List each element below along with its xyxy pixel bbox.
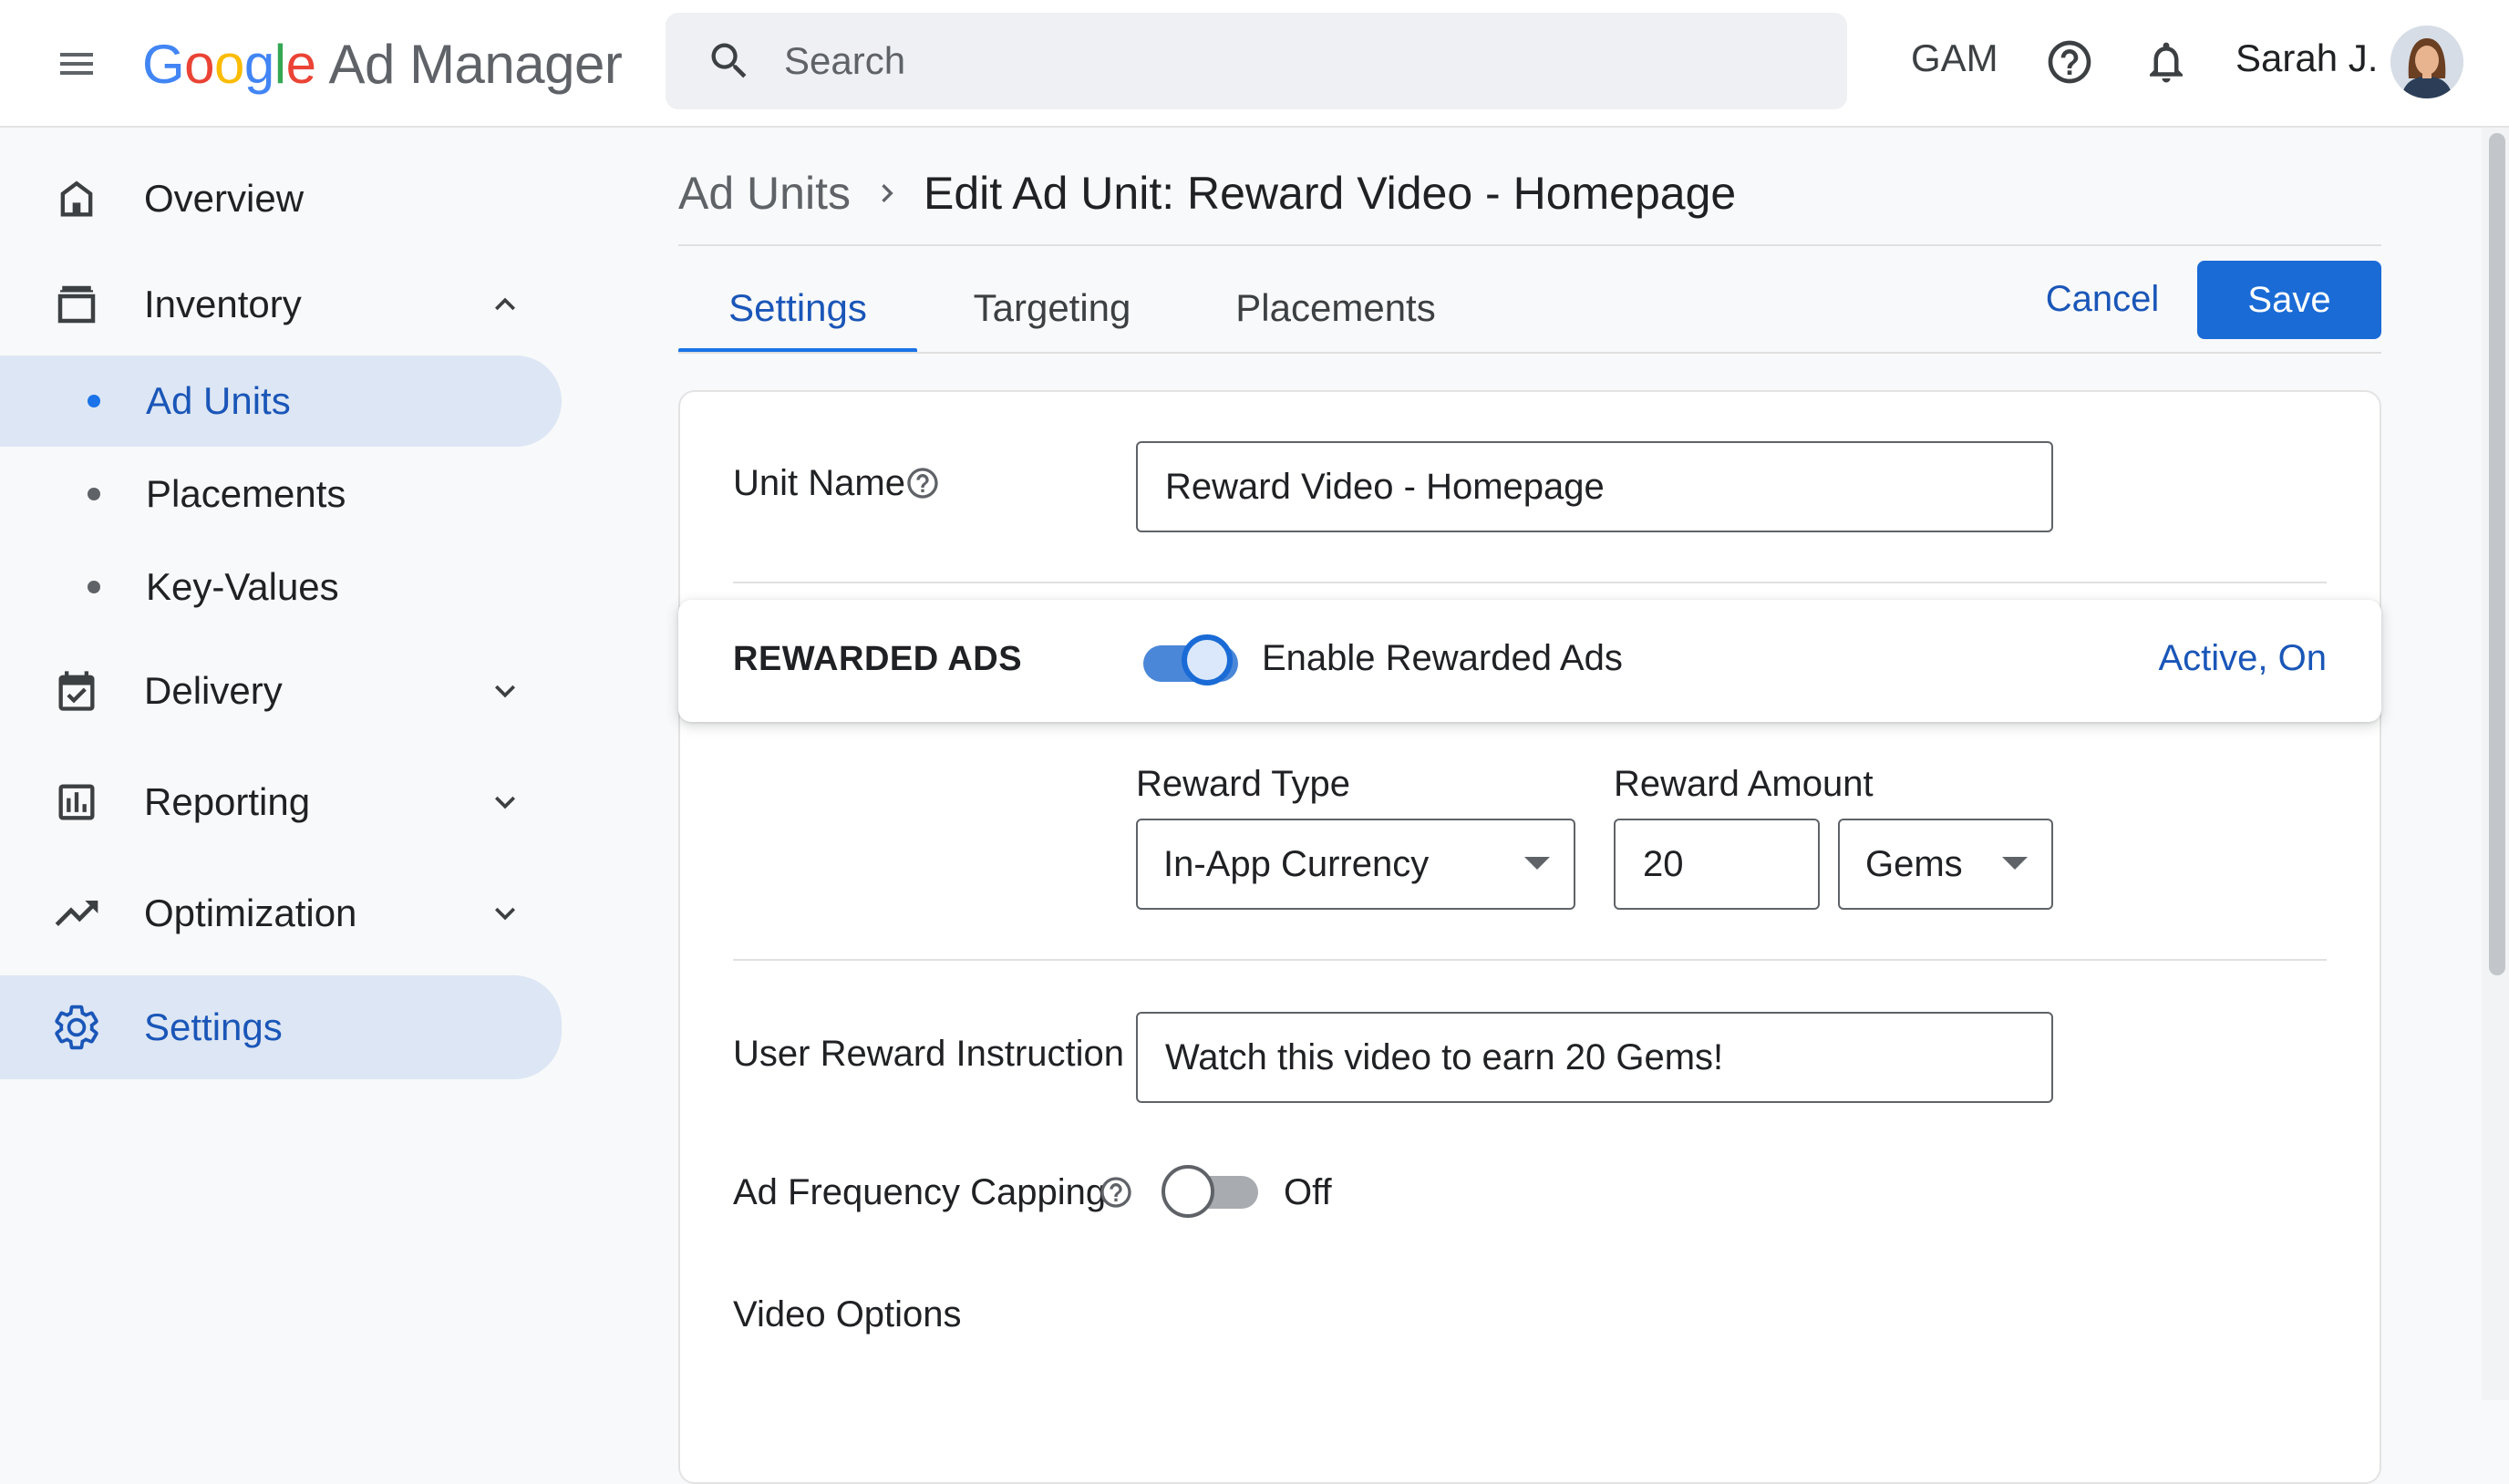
user-avatar[interactable] xyxy=(2390,26,2463,98)
unit-name-input[interactable] xyxy=(1163,465,1989,509)
sidebar-subitem-placements[interactable]: Placements xyxy=(0,448,562,540)
top-app-bar: Google Ad Manager GAM Sarah J. xyxy=(0,0,2509,128)
sidebar-subitem-key-values[interactable]: Key-Values xyxy=(0,541,562,633)
chevron-down-icon[interactable] xyxy=(478,775,532,830)
rewarded-ads-row: REWARDED ADS Enable Rewarded Ads Active,… xyxy=(678,600,2381,722)
dropdown-arrow-icon xyxy=(1524,857,1550,870)
help-circle-icon[interactable] xyxy=(1098,1174,1134,1211)
gear-icon xyxy=(47,998,106,1056)
breadcrumb: Ad Units Edit Ad Unit: Reward Video - Ho… xyxy=(678,157,1736,230)
sidebar-item-reporting[interactable]: Reporting xyxy=(0,757,562,848)
page-title: Edit Ad Unit: Reward Video - Homepage xyxy=(923,168,1737,219)
tab-settings[interactable]: Settings xyxy=(678,264,917,354)
sidebar-subitem-ad-units[interactable]: Ad Units xyxy=(0,356,562,447)
sidebar-item-label: Reporting xyxy=(144,780,311,823)
help-circle-icon[interactable] xyxy=(904,465,941,501)
logo-letter: G xyxy=(142,33,185,95)
bullet-dot xyxy=(88,488,100,500)
bell-icon xyxy=(2150,42,2183,83)
help-icon xyxy=(2048,40,2091,84)
main-menu-button[interactable] xyxy=(47,35,106,93)
inventory-icon xyxy=(47,275,106,334)
sidebar-nav: Overview Inventory Ad Units Placements K… xyxy=(0,129,583,1400)
unit-name-label: Unit Name xyxy=(733,463,905,503)
reward-unit-value: Gems xyxy=(1865,843,1963,884)
sidebar-item-overview[interactable]: Overview xyxy=(0,153,562,244)
product-name: Ad Manager xyxy=(328,33,623,95)
reward-amount-field[interactable] xyxy=(1614,819,1820,910)
bar-chart-icon xyxy=(47,773,106,831)
home-icon xyxy=(47,170,106,228)
sidebar-item-label: Placements xyxy=(146,472,346,515)
logo-letter: g xyxy=(243,33,274,95)
search-input[interactable] xyxy=(782,38,1698,84)
network-code[interactable]: GAM xyxy=(1911,36,1998,80)
breadcrumb-parent-link[interactable]: Ad Units xyxy=(678,167,851,220)
tab-targeting[interactable]: Targeting xyxy=(943,264,1162,352)
avatar-portrait-icon xyxy=(2390,26,2463,98)
logo-letter: o xyxy=(214,33,244,95)
sidebar-item-settings[interactable]: Settings xyxy=(0,975,562,1079)
google-ad-manager-logo[interactable]: Google Ad Manager xyxy=(142,27,623,100)
sidebar-item-label: Settings xyxy=(144,1005,283,1048)
calendar-check-icon xyxy=(47,662,106,720)
reward-type-label: Reward Type xyxy=(1136,764,1350,804)
sidebar-item-label: Key-Values xyxy=(146,565,339,608)
sidebar-item-label: Optimization xyxy=(144,891,357,934)
sidebar-item-optimization[interactable]: Optimization xyxy=(0,868,562,959)
user-reward-instruction-input[interactable] xyxy=(1163,1036,1989,1079)
reward-unit-select[interactable]: Gems xyxy=(1838,819,2053,910)
reward-amount-label: Reward Amount xyxy=(1614,764,1874,804)
chevron-up-icon[interactable] xyxy=(478,277,532,332)
rewarded-ads-status: Active, On xyxy=(2158,638,2327,678)
search-bar[interactable] xyxy=(666,13,1847,109)
sidebar-item-delivery[interactable]: Delivery xyxy=(0,645,562,737)
user-reward-instruction-label: User Reward Instruction xyxy=(733,1034,1125,1074)
frequency-capping-label: Ad Frequency Capping xyxy=(733,1172,1107,1212)
logo-letter: e xyxy=(285,33,316,95)
sidebar-item-inventory[interactable]: Inventory xyxy=(0,259,562,350)
toggle-knob xyxy=(1162,1165,1214,1218)
trending-up-icon xyxy=(47,884,106,943)
chevron-down-icon[interactable] xyxy=(478,664,532,718)
section-divider xyxy=(733,959,2327,961)
reward-type-select[interactable]: In-App Currency xyxy=(1136,819,1575,910)
section-divider xyxy=(733,582,2327,583)
tab-placements[interactable]: Placements xyxy=(1213,264,1459,352)
frequency-capping-status: Off xyxy=(1284,1172,1332,1212)
video-options-heading: Video Options xyxy=(733,1294,962,1335)
sidebar-item-label: Overview xyxy=(144,177,305,220)
sidebar-item-label: Delivery xyxy=(144,669,283,712)
enable-rewarded-ads-label: Enable Rewarded Ads xyxy=(1262,638,1623,678)
header-divider xyxy=(678,244,2381,246)
reward-amount-input[interactable] xyxy=(1641,842,1818,886)
bullet-dot xyxy=(88,395,100,407)
notifications-button[interactable] xyxy=(2137,33,2195,91)
enable-rewarded-ads-toggle[interactable] xyxy=(1141,633,1242,689)
reward-type-value: In-App Currency xyxy=(1163,843,1430,884)
save-button[interactable]: Save xyxy=(2197,261,2381,339)
chevron-down-icon[interactable] xyxy=(478,886,532,941)
user-reward-instruction-field[interactable] xyxy=(1136,1012,2053,1103)
user-name[interactable]: Sarah J. xyxy=(2235,36,2378,80)
unit-name-field[interactable] xyxy=(1136,441,2053,532)
help-button[interactable] xyxy=(2040,33,2099,91)
sidebar-item-label: Ad Units xyxy=(146,379,291,422)
hamburger-menu-icon xyxy=(60,53,93,75)
logo-letter: o xyxy=(184,33,215,95)
tabs-divider xyxy=(678,352,2381,354)
rewarded-ads-section-title: REWARDED ADS xyxy=(733,640,1023,678)
search-icon[interactable] xyxy=(704,36,755,87)
bullet-dot xyxy=(88,581,100,593)
toggle-knob xyxy=(1182,634,1233,685)
logo-letter: l xyxy=(274,33,286,95)
sidebar-item-label: Inventory xyxy=(144,283,302,325)
dropdown-arrow-icon xyxy=(2002,857,2028,870)
frequency-capping-toggle[interactable] xyxy=(1162,1163,1262,1220)
cancel-button[interactable]: Cancel xyxy=(2029,261,2175,337)
chevron-right-icon xyxy=(869,175,905,211)
scrollbar-thumb[interactable] xyxy=(2489,133,2505,975)
